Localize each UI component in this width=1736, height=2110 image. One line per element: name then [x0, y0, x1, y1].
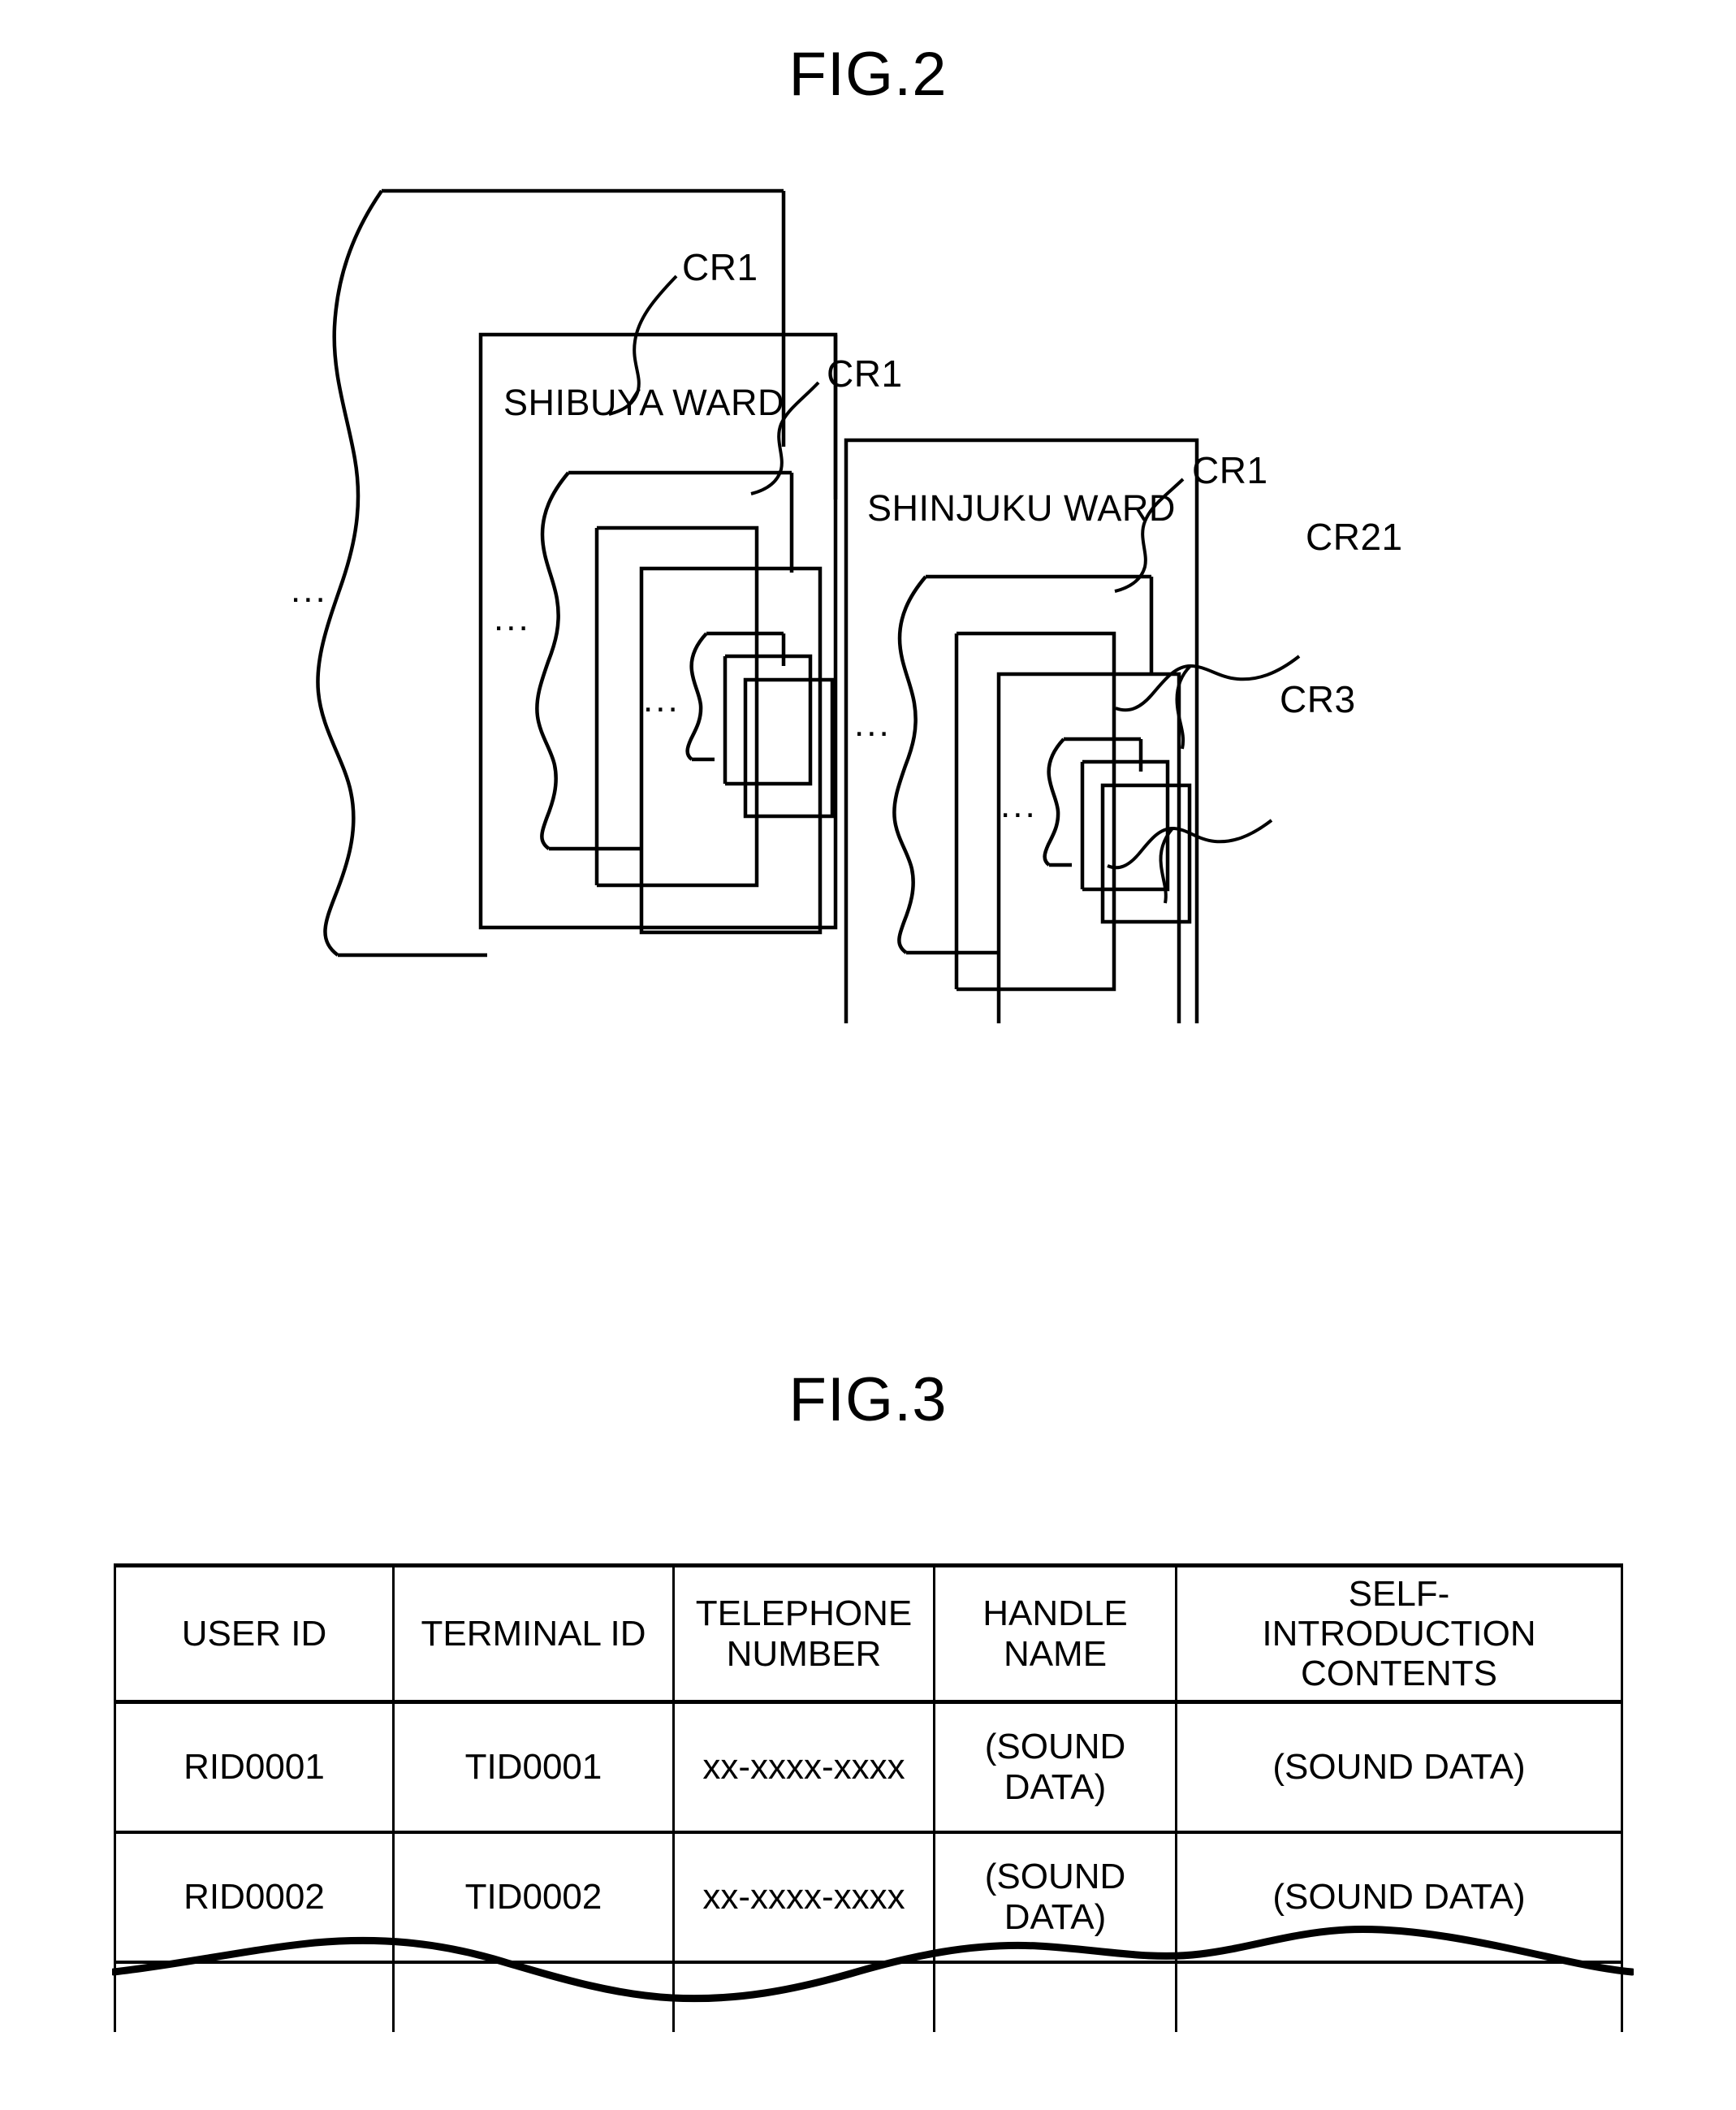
column-header-terminal-id: TERMINAL ID — [392, 1563, 675, 1704]
reference-label-cr1-back: CR1 — [682, 246, 758, 288]
column-header-telephone-number: TELEPHONE NUMBER — [672, 1563, 935, 1704]
figure-2-linework — [316, 188, 1301, 1023]
column-header-handle-name: HANDLE NAME — [933, 1563, 1177, 1704]
reference-label-cr1-shibuya: CR1 — [827, 352, 903, 395]
column-header-handle-name-text: HANDLE NAME — [982, 1593, 1128, 1674]
figure-3-title: FIG.3 — [788, 1365, 948, 1434]
cell-telephone-number: xx-xxxx-xxxx — [672, 1700, 935, 1834]
ellipsis-shinjuku-mini-stack: ... — [1000, 785, 1038, 825]
ellipsis-back-stack: ... — [291, 570, 328, 610]
column-header-self-intro-line3: CONTENTS — [1301, 1654, 1497, 1694]
column-header-telephone-line2: NUMBER — [726, 1633, 882, 1674]
cell-user-id: RID0001 — [114, 1700, 395, 1834]
table-row: RID0001 TID0001 xx-xxxx-xxxx (SOUND DATA… — [114, 1700, 1623, 1834]
column-header-telephone-line1: TELEPHONE — [695, 1593, 913, 1634]
reference-label-cr3: CR3 — [1280, 678, 1356, 720]
figure-2-title: FIG.2 — [788, 40, 948, 109]
cell-self-introduction: (SOUND DATA) — [1175, 1700, 1623, 1834]
table-header-row: USER ID TERMINAL ID TELEPHONE NUMBER HAN… — [114, 1563, 1623, 1704]
shibuya-mini-stack — [685, 631, 835, 819]
card-title-shinjuku: SHINJUKU WARD — [867, 487, 1176, 529]
column-header-terminal-id-text: TERMINAL ID — [421, 1613, 646, 1654]
cell-terminal-id: TID0001 — [392, 1700, 675, 1834]
card-title-shibuya: SHIBUYA WARD — [503, 382, 785, 423]
column-header-self-intro-line1: SELF- — [1348, 1573, 1450, 1614]
ellipsis-shibuya-stack: ... — [494, 599, 531, 638]
reference-label-cr21: CR21 — [1306, 516, 1403, 558]
reference-label-cr1-shinjuku: CR1 — [1192, 449, 1268, 491]
ellipsis-shibuya-mini-stack: ... — [643, 680, 680, 720]
ellipsis-shinjuku-stack: ... — [854, 704, 892, 744]
column-header-self-introduction: SELF- INTRODUCTION CONTENTS — [1175, 1563, 1623, 1704]
column-header-user-id: USER ID — [114, 1563, 395, 1704]
column-header-self-intro-line2: INTRODUCTION — [1262, 1613, 1536, 1654]
table-truncation-break — [112, 1926, 1634, 2003]
figure-2-drawing: CR1 CR1 CR1 CR21 CR3 SHIBUYA WARD SHINJU… — [0, 114, 1736, 1023]
cell-handle-name: (SOUND DATA) — [933, 1700, 1177, 1834]
column-header-user-id-text: USER ID — [181, 1613, 327, 1654]
